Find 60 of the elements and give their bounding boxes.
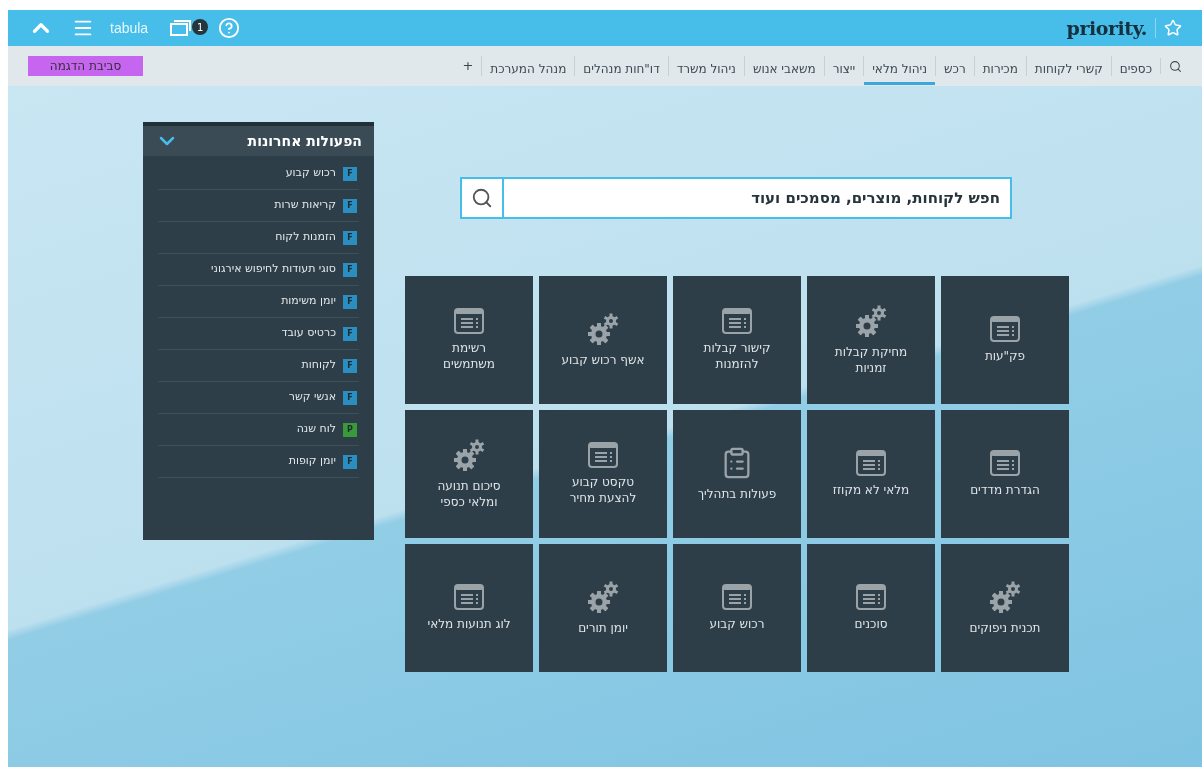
- help-icon[interactable]: [218, 17, 241, 39]
- search-button[interactable]: [460, 177, 504, 219]
- item-type-badge: F: [343, 390, 357, 405]
- add-tab-button[interactable]: +: [454, 46, 482, 86]
- nav-tab[interactable]: דו"חות מנהלים: [575, 55, 668, 85]
- app-tile[interactable]: לוג תנועות מלאי: [405, 544, 533, 672]
- nav-tab[interactable]: משאבי אנוש: [744, 55, 824, 85]
- form-icon: [454, 308, 484, 334]
- environment-button[interactable]: סביבת הדגמה: [28, 56, 143, 76]
- app-tile[interactable]: טקסט קבוע להצעת מחיר: [539, 410, 667, 538]
- app-tile[interactable]: מלאי לא מקוזז: [807, 410, 935, 538]
- window-count-badge: 1: [192, 19, 209, 35]
- gears-icon: [587, 312, 619, 346]
- gears-icon: [855, 304, 887, 338]
- item-type-badge: F: [343, 358, 357, 373]
- nav-tab[interactable]: רכש: [936, 55, 974, 85]
- app-tile[interactable]: מחיקת קבלות זמניות: [807, 276, 935, 404]
- search-icon[interactable]: [1169, 59, 1182, 73]
- nav-tab[interactable]: ניהול משרד: [668, 55, 744, 85]
- gears-icon: [989, 580, 1021, 614]
- search-field[interactable]: חפש לקוחות, מוצרים, מסמכים ועוד: [504, 177, 1012, 219]
- item-type-badge: F: [343, 166, 357, 181]
- app-tile[interactable]: אשף רכוש קבוע: [539, 276, 667, 404]
- app-tile[interactable]: רשימת משתמשים: [405, 276, 533, 404]
- item-type-badge: F: [343, 198, 357, 213]
- nav-tab[interactable]: מנהל המערכת: [482, 55, 575, 85]
- app-tile[interactable]: יומן תורים: [539, 544, 667, 672]
- nav-tab[interactable]: מכירות: [974, 55, 1026, 85]
- logo: priority.: [1066, 15, 1147, 41]
- form-icon: [990, 450, 1020, 476]
- nav-tab[interactable]: כספים: [1111, 55, 1160, 85]
- item-type-badge: F: [343, 262, 357, 277]
- windows-icon[interactable]: [170, 20, 193, 36]
- app-tile[interactable]: פעולות בתהליך: [673, 410, 801, 538]
- gears-icon: [587, 580, 619, 614]
- item-type-badge: F: [343, 294, 357, 309]
- form-icon: [856, 450, 886, 476]
- form-icon: [856, 584, 886, 610]
- item-type-badge: F: [343, 230, 357, 245]
- app-tile[interactable]: רכוש קבוע: [673, 544, 801, 672]
- item-type-badge: F: [343, 454, 357, 469]
- app-tile[interactable]: סוכנים: [807, 544, 935, 672]
- search-icon: [471, 187, 493, 209]
- item-type-badge: P: [343, 422, 357, 437]
- form-icon: [722, 584, 752, 610]
- nav-tab[interactable]: ייצור: [824, 55, 864, 85]
- nav-tab[interactable]: קשרי לקוחות: [1026, 55, 1111, 85]
- app-tile[interactable]: קישור קבלות להזמנות: [673, 276, 801, 404]
- form-icon: [990, 316, 1020, 342]
- app-tile[interactable]: תכנית ניפוקים: [941, 544, 1069, 672]
- app-tile[interactable]: הגדרת מדדים: [941, 410, 1069, 538]
- form-icon: [454, 584, 484, 610]
- gears-icon: [453, 438, 485, 472]
- item-type-badge: F: [343, 326, 357, 341]
- form-icon: [722, 308, 752, 334]
- favorite-icon[interactable]: [1164, 19, 1182, 37]
- app-tile[interactable]: פק"עות: [941, 276, 1069, 404]
- form-icon: [588, 442, 618, 468]
- app-tile[interactable]: סיכום תנועה ומלאי כספי: [405, 410, 533, 538]
- panel-title: הפעולות אחרונות: [247, 131, 362, 151]
